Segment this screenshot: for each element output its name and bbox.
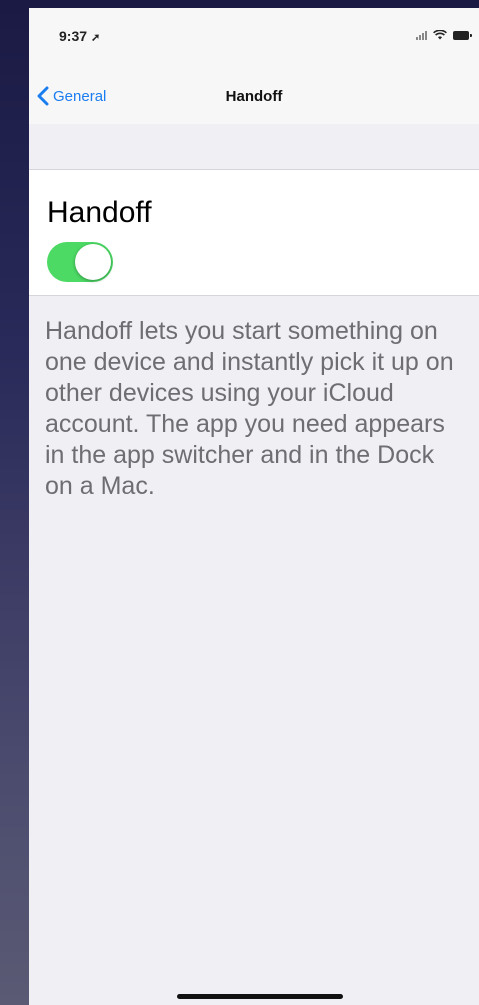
toggle-knob — [75, 244, 111, 280]
setting-description: Handoff lets you start something on one … — [45, 317, 454, 500]
location-icon: ➚ — [91, 32, 101, 44]
wifi-icon — [433, 30, 447, 40]
handoff-setting-cell: Handoff — [29, 170, 479, 296]
battery-icon — [453, 30, 472, 40]
phone-screen: 9:37 ➚ General Handoff Handoff Handoff l… — [29, 8, 479, 1005]
setting-title: Handoff — [47, 196, 152, 229]
home-indicator[interactable] — [177, 994, 343, 999]
status-icons — [416, 28, 472, 42]
status-time: 9:37 ➚ — [59, 28, 100, 44]
navigation-bar: General Handoff — [29, 70, 479, 124]
signal-icon — [416, 30, 427, 40]
status-bar: 9:37 ➚ — [29, 8, 479, 70]
time-label: 9:37 — [59, 28, 88, 44]
handoff-toggle[interactable] — [47, 242, 113, 282]
section-spacer — [29, 124, 479, 170]
page-title: Handoff — [225, 88, 283, 105]
